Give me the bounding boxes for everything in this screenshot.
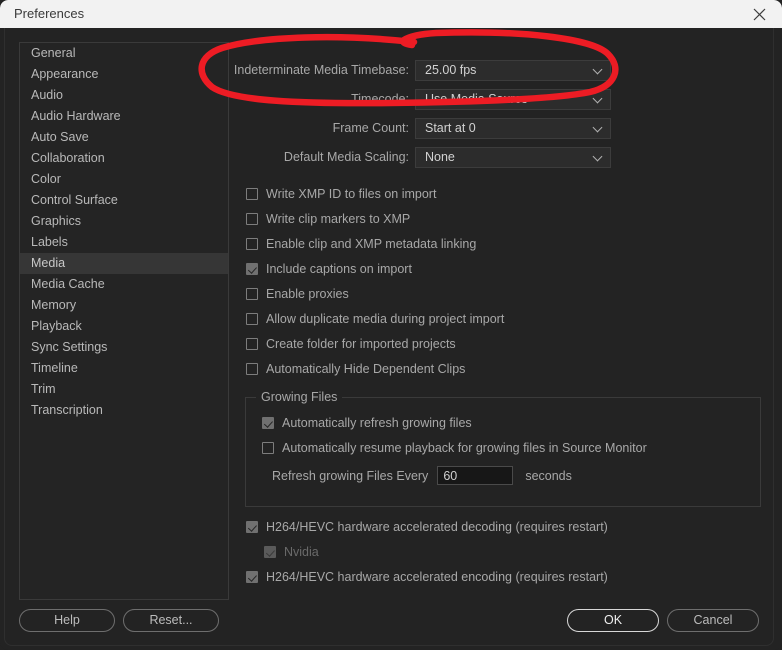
media-preferences-pane: Indeterminate Media Timebase: 25.00 fps Ti… [233, 42, 765, 600]
checkbox-unchecked-icon [246, 338, 258, 350]
checkbox-label: Automatically resume playback for growin… [282, 441, 647, 455]
sidebar-item-timeline[interactable]: Timeline [20, 358, 228, 379]
checkbox-label: Automatically refresh growing files [282, 416, 472, 430]
title-bar: Preferences [0, 0, 782, 28]
sidebar-item-general[interactable]: General [20, 43, 228, 64]
dropdown-value: Use Media Source [425, 92, 528, 106]
growing-files-group: Growing Files Automatically refresh grow… [245, 390, 761, 507]
checkbox-label: Create folder for imported projects [266, 337, 456, 351]
refresh-interval-unit: seconds [525, 468, 572, 483]
close-icon[interactable] [736, 0, 782, 28]
dropdown-1[interactable]: Use Media Source [415, 89, 611, 110]
refresh-interval-label: Refresh growing Files Every [272, 468, 429, 483]
checkbox-label: Nvidia [284, 545, 319, 559]
field-row: Frame Count: Start at 0 [237, 118, 765, 139]
hardware-checkbox-h264-hevc-hardware-accelerated-decoding-requires-restart[interactable]: H264/HEVC hardware accelerated decoding … [246, 518, 608, 536]
sidebar-item-memory[interactable]: Memory [20, 295, 228, 316]
field-label: Frame Count: [332, 121, 409, 135]
window-title: Preferences [14, 6, 85, 21]
checkbox-unchecked-icon [246, 313, 258, 325]
checkbox-unchecked-icon [246, 238, 258, 250]
checkbox-automatically-hide-dependent-clips[interactable]: Automatically Hide Dependent Clips [246, 360, 465, 378]
dialog-body: General Appearance Audio Audio Hardware Auto… [4, 28, 774, 646]
dropdown-value: 25.00 fps [425, 63, 477, 77]
chevron-down-icon [594, 95, 603, 104]
checkbox-create-folder-for-imported-projects[interactable]: Create folder for imported projects [246, 335, 456, 353]
preferences-dialog: Preferences General Appearance Audio Audio … [0, 0, 782, 650]
checkbox-checked-icon [264, 546, 276, 558]
hardware-checkbox-nvidia[interactable]: Nvidia [264, 543, 319, 561]
hardware-checkbox-h264-hevc-hardware-accelerated-encoding-requires-restart[interactable]: H264/HEVC hardware accelerated encoding … [246, 568, 608, 586]
field-label: Indeterminate Media Timebase: [233, 63, 409, 77]
growing-files-title: Growing Files [256, 390, 343, 404]
refresh-interval-row: Refresh growing Files Every seconds [272, 466, 572, 485]
checkbox-include-captions-on-import[interactable]: Include captions on import [246, 260, 412, 278]
ok-button[interactable]: OK [567, 609, 659, 632]
checkbox-enable-clip-and-xmp-metadata-linking[interactable]: Enable clip and XMP metadata linking [246, 235, 476, 253]
checkbox-write-clip-markers-to-xmp[interactable]: Write clip markers to XMP [246, 210, 410, 228]
checkbox-unchecked-icon [246, 188, 258, 200]
chevron-down-icon [594, 66, 603, 75]
refresh-interval-input[interactable] [437, 466, 514, 485]
checkbox-label: Include captions on import [266, 262, 412, 276]
checkbox-label: H264/HEVC hardware accelerated encoding … [266, 570, 608, 584]
checkbox-label: Allow duplicate media during project imp… [266, 312, 505, 326]
checkbox-checked-icon [262, 417, 274, 429]
sidebar-item-control-surface[interactable]: Control Surface [20, 190, 228, 211]
checkbox-label: Write clip markers to XMP [266, 212, 411, 226]
dropdown-0[interactable]: 25.00 fps [415, 60, 611, 81]
sidebar-item-trim[interactable]: Trim [20, 379, 228, 400]
checkbox-label: Enable proxies [266, 287, 349, 301]
dialog-footer: Help Reset... OK Cancel [5, 599, 775, 645]
sidebar-item-color[interactable]: Color [20, 169, 228, 190]
field-row: Timecode: Use Media Source [237, 89, 765, 110]
sidebar-item-audio[interactable]: Audio [20, 85, 228, 106]
growing-checkbox-0[interactable]: Automatically refresh growing files [262, 414, 472, 432]
checkbox-unchecked-icon [246, 363, 258, 375]
sidebar-item-appearance[interactable]: Appearance [20, 64, 228, 85]
reset-button[interactable]: Reset... [123, 609, 219, 632]
checkbox-unchecked-icon [246, 213, 258, 225]
sidebar-item-graphics[interactable]: Graphics [20, 211, 228, 232]
growing-checkbox-1[interactable]: Automatically resume playback for growin… [262, 439, 647, 457]
checkbox-checked-icon [246, 571, 258, 583]
checkbox-label: Enable clip and XMP metadata linking [266, 237, 477, 251]
cancel-button[interactable]: Cancel [667, 609, 759, 632]
preferences-category-list[interactable]: General Appearance Audio Audio Hardware Auto… [19, 42, 229, 600]
dropdown-3[interactable]: None [415, 147, 611, 168]
checkbox-checked-icon [246, 263, 258, 275]
checkbox-label: Write XMP ID to files on import [266, 187, 437, 201]
field-label: Default Media Scaling: [283, 150, 409, 164]
checkbox-write-xmp-id-to-files-on-import[interactable]: Write XMP ID to files on import [246, 185, 436, 203]
sidebar-item-transcription[interactable]: Transcription [20, 400, 228, 421]
checkbox-label: Automatically Hide Dependent Clips [266, 362, 466, 376]
sidebar-item-auto-save[interactable]: Auto Save [20, 127, 228, 148]
checkbox-unchecked-icon [246, 288, 258, 300]
help-button[interactable]: Help [19, 609, 115, 632]
checkbox-enable-proxies[interactable]: Enable proxies [246, 285, 349, 303]
sidebar-item-audio-hardware[interactable]: Audio Hardware [20, 106, 228, 127]
chevron-down-icon [594, 124, 603, 133]
sidebar-item-sync-settings[interactable]: Sync Settings [20, 337, 228, 358]
field-label: Timecode: [351, 92, 409, 106]
field-row: Default Media Scaling: None [237, 147, 765, 168]
checkbox-allow-duplicate-media-during-project-import[interactable]: Allow duplicate media during project imp… [246, 310, 504, 328]
sidebar-item-collaboration[interactable]: Collaboration [20, 148, 228, 169]
chevron-down-icon [594, 153, 603, 162]
sidebar-item-media-cache[interactable]: Media Cache [20, 274, 228, 295]
sidebar-item-media[interactable]: Media [20, 253, 228, 274]
sidebar-item-labels[interactable]: Labels [20, 232, 228, 253]
checkbox-unchecked-icon [262, 442, 274, 454]
checkbox-label: H264/HEVC hardware accelerated decoding … [266, 520, 608, 534]
dropdown-value: None [425, 150, 455, 164]
checkbox-checked-icon [246, 521, 258, 533]
field-row: Indeterminate Media Timebase: 25.00 fps [233, 60, 765, 81]
dropdown-value: Start at 0 [425, 121, 476, 135]
sidebar-item-playback[interactable]: Playback [20, 316, 228, 337]
dropdown-2[interactable]: Start at 0 [415, 118, 611, 139]
